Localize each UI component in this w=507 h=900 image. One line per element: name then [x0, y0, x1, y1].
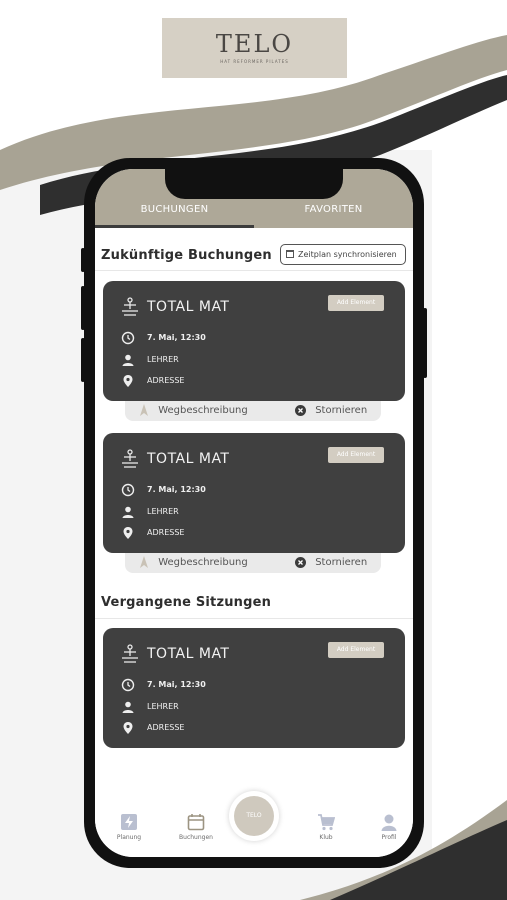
person-icon: [122, 354, 134, 366]
clock-icon: [121, 331, 135, 345]
phone-volume-up: [81, 286, 85, 330]
user-icon: [381, 814, 397, 831]
directions-label: Wegbeschreibung: [158, 557, 248, 568]
pilates-mat-icon: [122, 449, 138, 468]
directions-icon: [140, 556, 148, 568]
nav-buchungen[interactable]: Buchungen: [176, 813, 216, 841]
cancel-icon: [295, 404, 306, 416]
sync-schedule-button[interactable]: Zeitplan synchronisieren: [280, 244, 406, 265]
lightning-icon: [121, 814, 137, 830]
promo-stage: TELO HAT REFORMER PILATES BUCHUNGEN FAVO…: [0, 0, 507, 900]
booking-address: ADRESSE: [147, 528, 185, 537]
nav-planung[interactable]: Planung: [109, 813, 149, 841]
booking-teacher: LEHRER: [147, 507, 179, 516]
location-pin-icon: [123, 375, 133, 387]
directions-icon: [140, 404, 148, 416]
nav-buchungen-label: Buchungen: [179, 834, 213, 841]
phone-volume-down: [81, 338, 85, 382]
app-screen: BUCHUNGEN FAVORITEN Zukünftige Buchungen…: [95, 169, 413, 857]
directions-label: Wegbeschreibung: [158, 405, 248, 416]
bottom-navigation: Planung Buchungen TELO Klub Profil: [95, 791, 413, 857]
nav-profil[interactable]: Profil: [369, 813, 409, 841]
section-divider: [95, 618, 413, 619]
booking-actions: Wegbeschreibung Stornieren: [125, 401, 381, 421]
tab-favoriten[interactable]: FAVORITEN: [254, 204, 413, 215]
clock-icon: [121, 483, 135, 497]
center-action-button[interactable]: TELO: [229, 791, 279, 841]
past-section-title: Vergangene Sitzungen: [101, 595, 272, 610]
location-pin-icon: [123, 722, 133, 734]
cancel-button[interactable]: Stornieren: [295, 401, 367, 421]
cancel-label: Stornieren: [315, 405, 368, 416]
logo-wordmark: TELO: [215, 30, 294, 58]
cancel-button[interactable]: Stornieren: [295, 553, 367, 573]
directions-button[interactable]: Wegbeschreibung: [139, 401, 248, 421]
pilates-mat-icon: [122, 297, 138, 316]
cancel-icon: [295, 556, 306, 568]
phone-power-button: [423, 308, 427, 378]
pilates-mat-icon: [122, 644, 138, 663]
nav-klub[interactable]: Klub: [306, 813, 346, 841]
nav-planung-label: Planung: [116, 834, 142, 841]
class-title: TOTAL MAT: [147, 646, 230, 662]
brand-logo: TELO HAT REFORMER PILATES: [162, 18, 347, 78]
phone-mute-switch: [81, 248, 85, 272]
logo-tagline: HAT REFORMER PILATES: [220, 59, 289, 64]
calendar-icon: [286, 250, 294, 258]
sync-schedule-label: Zeitplan synchronisieren: [298, 250, 397, 259]
booking-address: ADRESSE: [147, 376, 185, 385]
cancel-label: Stornieren: [315, 557, 368, 568]
center-logo-badge: TELO: [234, 796, 274, 836]
booking-card[interactable]: TOTAL MAT Add Element 7. Mai, 12:30 LEHR…: [103, 433, 405, 553]
phone-frame: BUCHUNGEN FAVORITEN Zukünftige Buchungen…: [81, 158, 427, 868]
booking-datetime: 7. Mai, 12:30: [147, 485, 206, 494]
cart-icon: [318, 814, 335, 831]
calendar-icon: [187, 814, 205, 831]
booking-actions: Wegbeschreibung Stornieren: [125, 553, 381, 573]
past-session-card[interactable]: TOTAL MAT Add Element 7. Mai, 12:30 LEHR…: [103, 628, 405, 748]
booking-datetime: 7. Mai, 12:30: [147, 680, 206, 689]
location-pin-icon: [123, 527, 133, 539]
active-tab-indicator: [95, 225, 254, 228]
booking-card[interactable]: TOTAL MAT Add Element 7. Mai, 12:30 LEHR…: [103, 281, 405, 401]
section-divider: [95, 270, 413, 271]
tab-buchungen[interactable]: BUCHUNGEN: [95, 204, 254, 215]
class-title: TOTAL MAT: [147, 451, 230, 467]
booking-address: ADRESSE: [147, 723, 185, 732]
phone-notch: [165, 169, 343, 199]
nav-klub-label: Klub: [319, 834, 333, 841]
person-icon: [122, 506, 134, 518]
booking-datetime: 7. Mai, 12:30: [147, 333, 206, 342]
nav-profil-label: Profil: [381, 834, 397, 841]
directions-button[interactable]: Wegbeschreibung: [139, 553, 248, 573]
person-icon: [122, 701, 134, 713]
upcoming-section-title: Zukünftige Buchungen: [101, 248, 272, 263]
booking-teacher: LEHRER: [147, 355, 179, 364]
add-element-button[interactable]: Add Element: [328, 447, 384, 463]
clock-icon: [121, 678, 135, 692]
add-element-button[interactable]: Add Element: [328, 642, 384, 658]
booking-teacher: LEHRER: [147, 702, 179, 711]
add-element-button[interactable]: Add Element: [328, 295, 384, 311]
class-title: TOTAL MAT: [147, 299, 230, 315]
